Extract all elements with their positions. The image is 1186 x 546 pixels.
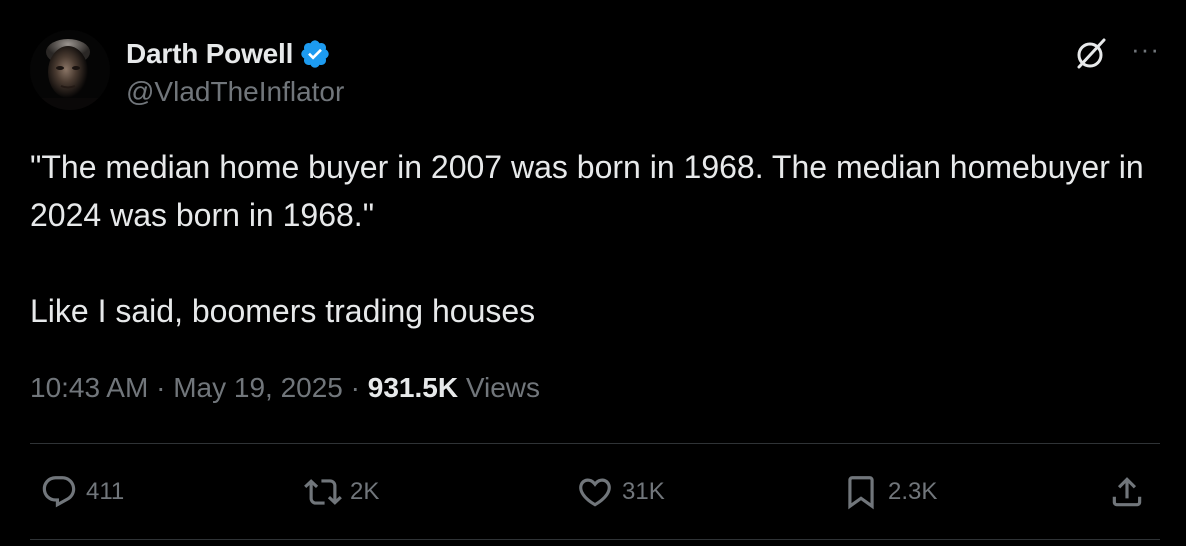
- author-handle[interactable]: @VladTheInflator: [126, 76, 344, 108]
- tweet-text: "The median home buyer in 2007 was born …: [30, 143, 1150, 335]
- retweet-button[interactable]: 2K: [304, 470, 379, 514]
- tweet-date[interactable]: May 19, 2025: [173, 372, 343, 403]
- bookmark-count: 2.3K: [888, 478, 938, 505]
- avatar-image: [30, 30, 110, 110]
- reply-button[interactable]: 411: [40, 470, 124, 514]
- tweet-text-paragraph-1: "The median home buyer in 2007 was born …: [30, 149, 1144, 233]
- author-name-row[interactable]: Darth Powell: [126, 36, 331, 72]
- grok-icon[interactable]: [1073, 36, 1109, 72]
- avatar[interactable]: [30, 30, 110, 110]
- reply-count: 411: [86, 478, 125, 505]
- tweet-time[interactable]: 10:43 AM: [30, 372, 148, 403]
- meta-separator: ·: [342, 372, 368, 403]
- tweet-text-paragraph-2: Like I said, boomers trading houses: [30, 293, 536, 329]
- header-actions: ···: [1073, 36, 1160, 72]
- tweet-meta: 10:43 AM · May 19, 2025 · 931.5K Views: [30, 372, 540, 404]
- more-options-icon[interactable]: ···: [1131, 36, 1160, 62]
- bookmark-icon: [842, 473, 880, 511]
- heart-icon: [576, 473, 614, 511]
- tweet-detail: Darth Powell @VladTheInflator ··· "The m…: [0, 0, 1186, 546]
- retweet-icon: [304, 473, 342, 511]
- verified-badge-icon[interactable]: [299, 38, 331, 70]
- like-count: 31K: [622, 478, 665, 505]
- action-bar: 411 2K 31K 2.3K: [0, 470, 1186, 514]
- reply-icon: [40, 473, 78, 511]
- bookmark-button[interactable]: 2.3K: [842, 470, 937, 514]
- views-label: Views: [458, 372, 541, 403]
- like-button[interactable]: 31K: [576, 470, 665, 514]
- display-name[interactable]: Darth Powell: [126, 38, 293, 70]
- share-icon: [1108, 473, 1146, 511]
- retweet-count: 2K: [350, 478, 380, 505]
- views-count[interactable]: 931.5K: [368, 372, 458, 403]
- meta-separator: ·: [148, 372, 174, 403]
- divider: [30, 539, 1160, 540]
- divider: [30, 443, 1160, 444]
- share-button[interactable]: [1108, 470, 1146, 514]
